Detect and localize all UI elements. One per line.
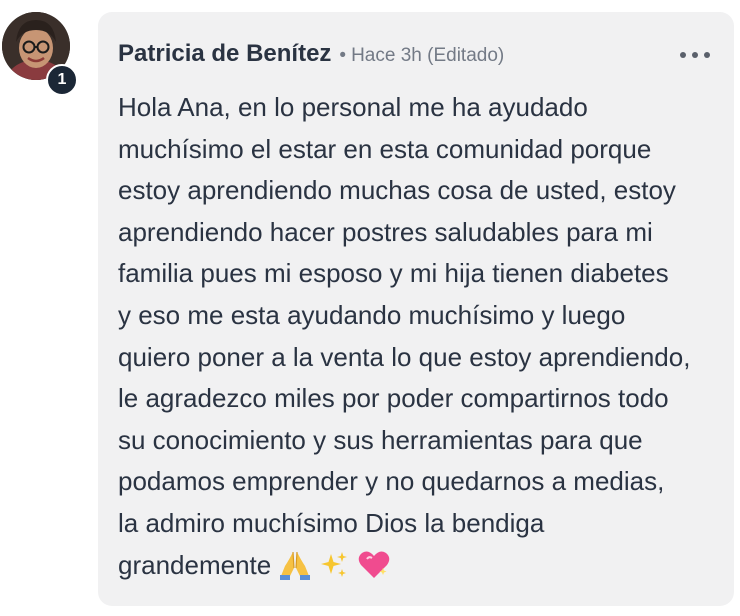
folded-hands-icon [279, 550, 311, 593]
more-dot-icon [680, 52, 686, 58]
comment-bubble: Patricia de Benítez • Hace 3h (Editado) H… [98, 12, 734, 606]
sparkling-heart-icon [357, 550, 391, 593]
edited-label: (Editado) [427, 45, 505, 66]
meta-separator: • [339, 45, 347, 66]
more-dot-icon [704, 52, 710, 58]
more-dot-icon [692, 52, 698, 58]
sparkles-icon [319, 550, 349, 593]
level-badge: 1 [46, 64, 78, 96]
comment-meta: • Hace 3h (Editado) [339, 45, 504, 67]
comment-body: Hola Ana, en lo personal me ha ayudado m… [118, 87, 730, 592]
comment-timestamp[interactable]: Hace 3h [351, 45, 422, 66]
comment-thread: 1 Patricia de Benítez • Hace 3h (Editado)… [0, 0, 740, 616]
author-avatar-container[interactable]: 1 [2, 12, 78, 96]
author-name[interactable]: Patricia de Benítez [118, 40, 331, 68]
comment-text: Hola Ana, en lo personal me ha ayudado m… [118, 92, 691, 580]
more-options-button[interactable] [680, 48, 710, 62]
comment-header: Patricia de Benítez • Hace 3h (Editado) [118, 40, 504, 68]
